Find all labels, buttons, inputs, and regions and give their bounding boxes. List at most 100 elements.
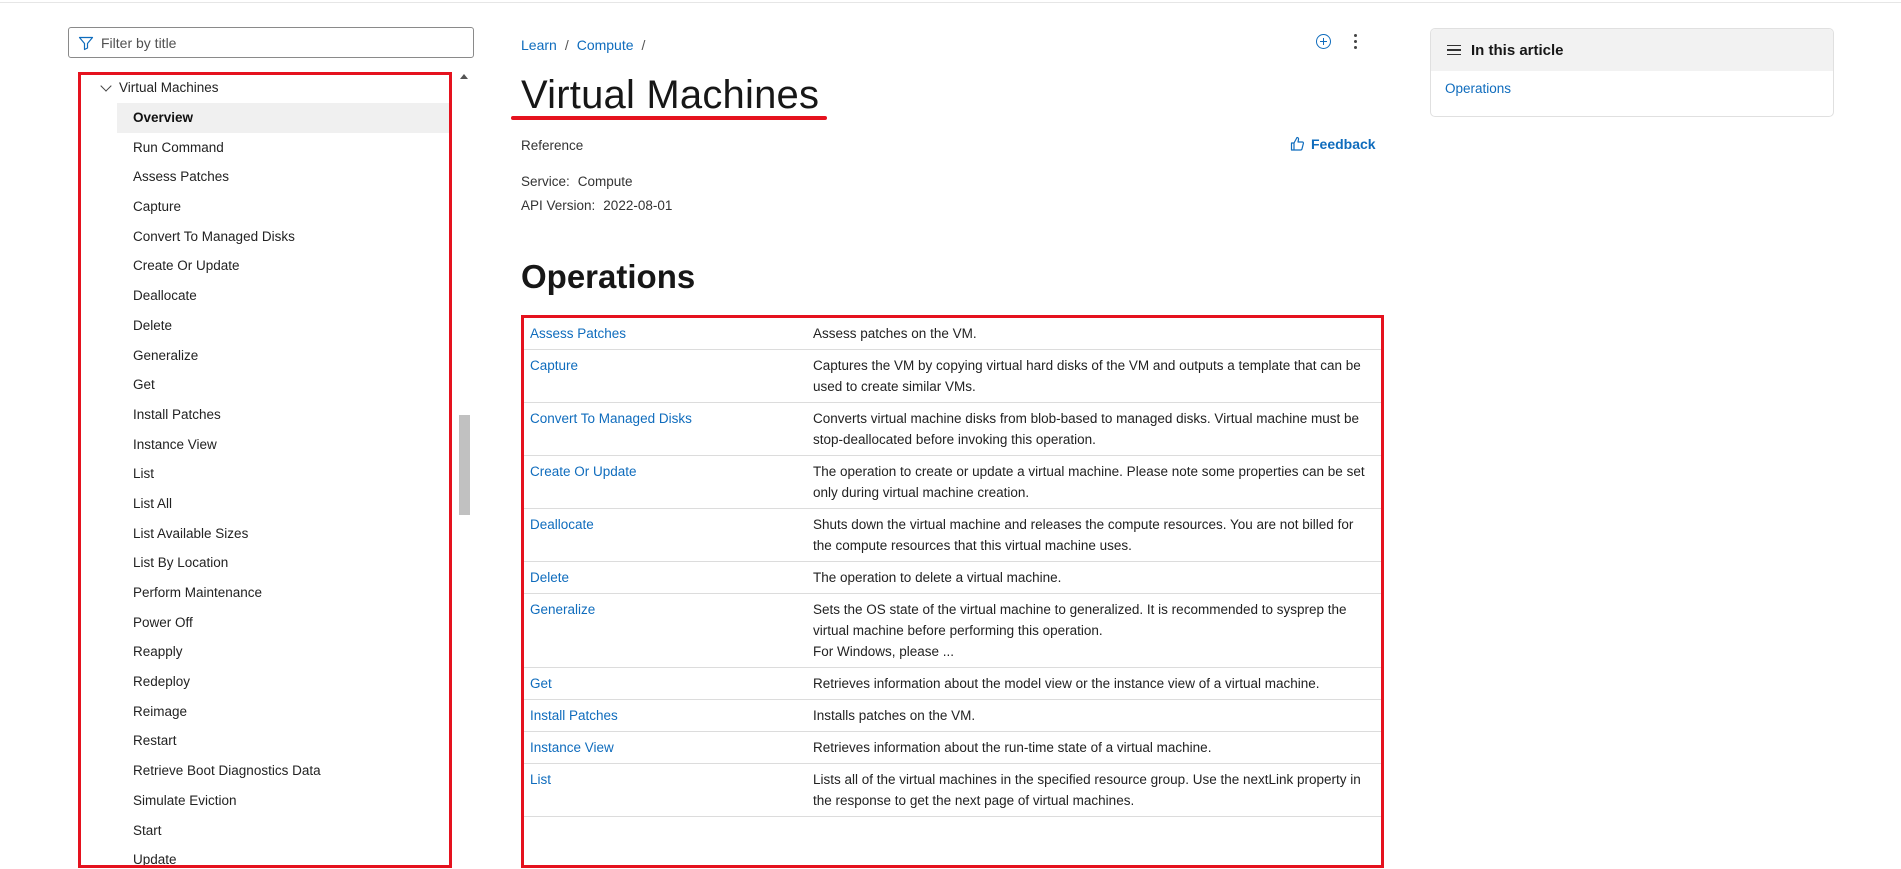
nav-item-delete[interactable]: Delete xyxy=(117,311,449,341)
table-row: Delete The operation to delete a virtual … xyxy=(524,561,1381,594)
operation-description-line: Lists all of the virtual machines in the… xyxy=(813,772,1361,808)
operation-description-line: The operation to create or update a virt… xyxy=(813,464,1365,500)
more-options-icon[interactable] xyxy=(1353,34,1357,49)
operation-description-line: For Windows, please ... xyxy=(813,644,955,659)
table-row: Convert To Managed Disks Converts virtual… xyxy=(524,402,1381,456)
feedback-label: Feedback xyxy=(1311,136,1376,152)
operation-description: Sets the OS state of the virtual machine… xyxy=(807,593,1381,668)
operation-description: Assess patches on the VM. xyxy=(807,318,1381,350)
in-this-article-title: In this article xyxy=(1471,41,1564,59)
nav-item-create-or-update[interactable]: Create Or Update xyxy=(117,251,449,281)
nav-item-reapply[interactable]: Reapply xyxy=(117,637,449,667)
nav-item-list-available-sizes[interactable]: List Available Sizes xyxy=(117,519,449,549)
operation-link[interactable]: Instance View xyxy=(524,731,807,764)
nav-item-redeploy[interactable]: Redeploy xyxy=(117,667,449,697)
nav-item-list-by-location[interactable]: List By Location xyxy=(117,548,449,578)
in-this-article-header: In this article xyxy=(1431,29,1833,71)
operation-link[interactable]: Generalize xyxy=(524,593,807,668)
operation-description: Captures the VM by copying virtual hard … xyxy=(807,349,1381,403)
nav-item-reimage[interactable]: Reimage xyxy=(117,697,449,727)
operations-heading: Operations xyxy=(521,258,696,295)
operation-description-line: Converts virtual machine disks from blob… xyxy=(813,411,1360,447)
title-highlight-underline xyxy=(511,116,827,120)
filter-box[interactable] xyxy=(68,27,474,58)
in-this-article: In this article Operations xyxy=(1430,28,1834,117)
breadcrumb-separator: / xyxy=(641,37,646,53)
operation-description: Retrieves information about the model vi… xyxy=(807,667,1381,700)
table-row: Deallocate Shuts down the virtual machine… xyxy=(524,508,1381,562)
nav-list: Overview Run Command Assess Patches Capture… xyxy=(117,103,449,865)
nav-item-instance-view[interactable]: Instance View xyxy=(117,430,449,460)
operation-link[interactable]: Create Or Update xyxy=(524,455,807,509)
page-actions xyxy=(1316,34,1357,49)
breadcrumb-learn[interactable]: Learn xyxy=(521,37,557,53)
nav-item-perform-maintenance[interactable]: Perform Maintenance xyxy=(117,578,449,608)
service-meta: Service: Compute xyxy=(521,174,633,189)
nav-item-start[interactable]: Start xyxy=(117,816,449,846)
nav-parent-virtual-machines[interactable]: Virtual Machines xyxy=(100,79,219,95)
nav-item-simulate-eviction[interactable]: Simulate Eviction xyxy=(117,786,449,816)
top-border xyxy=(0,0,1901,3)
operation-description: Lists all of the virtual machines in the… xyxy=(807,763,1381,817)
nav-item-get[interactable]: Get xyxy=(117,370,449,400)
table-row: Assess Patches Assess patches on the VM. xyxy=(524,318,1381,350)
api-version-meta: API Version: 2022-08-01 xyxy=(521,198,672,213)
operation-link[interactable]: Convert To Managed Disks xyxy=(524,402,807,456)
nav-scrollbar[interactable] xyxy=(457,72,472,868)
operation-link[interactable]: Deallocate xyxy=(524,508,807,562)
table-row: Instance View Retrieves information about… xyxy=(524,731,1381,764)
nav-item-convert-to-managed-disks[interactable]: Convert To Managed Disks xyxy=(117,222,449,252)
nav-item-capture[interactable]: Capture xyxy=(117,192,449,222)
nav-item-run-command[interactable]: Run Command xyxy=(117,133,449,163)
toc-link-operations[interactable]: Operations xyxy=(1431,71,1833,96)
operation-description: Shuts down the virtual machine and relea… xyxy=(807,508,1381,562)
table-row: Capture Captures the VM by copying virtua… xyxy=(524,349,1381,403)
operation-description-line: Installs patches on the VM. xyxy=(813,708,976,723)
nav-item-generalize[interactable]: Generalize xyxy=(117,341,449,371)
api-version-key: API Version: xyxy=(521,198,596,213)
service-key: Service: xyxy=(521,174,570,189)
operation-description: Installs patches on the VM. xyxy=(807,699,1381,732)
nav-item-update[interactable]: Update xyxy=(117,845,449,865)
nav-item-assess-patches[interactable]: Assess Patches xyxy=(117,162,449,192)
table-row: List Lists all of the virtual machines in… xyxy=(524,763,1381,817)
operation-link[interactable]: Assess Patches xyxy=(524,318,807,350)
feedback-link[interactable]: Feedback xyxy=(1289,136,1376,152)
operation-description-line: The operation to delete a virtual machin… xyxy=(813,570,1062,585)
filter-input[interactable] xyxy=(101,34,473,51)
service-value: Compute xyxy=(577,174,633,189)
operation-link[interactable]: Delete xyxy=(524,561,807,594)
api-version-value: 2022-08-01 xyxy=(603,198,673,213)
nav-item-install-patches[interactable]: Install Patches xyxy=(117,400,449,430)
operation-link[interactable]: Capture xyxy=(524,349,807,403)
toc-nav: Virtual Machines Overview Run Command Asse… xyxy=(78,72,452,868)
operation-link[interactable]: Install Patches xyxy=(524,699,807,732)
operation-description: Retrieves information about the run-time… xyxy=(807,731,1381,764)
add-collection-icon[interactable] xyxy=(1316,34,1331,49)
breadcrumb: Learn / Compute / xyxy=(521,37,645,53)
thumbs-up-icon xyxy=(1290,136,1305,151)
filter-icon xyxy=(78,36,94,51)
nav-item-power-off[interactable]: Power Off xyxy=(117,608,449,638)
operation-link[interactable]: Get xyxy=(524,667,807,700)
operation-description-line: Retrieves information about the run-time… xyxy=(813,740,1212,755)
nav-item-restart[interactable]: Restart xyxy=(117,726,449,756)
nav-item-list-all[interactable]: List All xyxy=(117,489,449,519)
scroll-thumb[interactable] xyxy=(459,415,470,515)
operation-link[interactable]: List xyxy=(524,763,807,817)
table-row: Create Or Update The operation to create … xyxy=(524,455,1381,509)
scroll-up-arrow-icon[interactable] xyxy=(460,74,468,79)
operation-description-line: Retrieves information about the model vi… xyxy=(813,676,1320,691)
nav-item-deallocate[interactable]: Deallocate xyxy=(117,281,449,311)
nav-item-retrieve-boot-diagnostics-data[interactable]: Retrieve Boot Diagnostics Data xyxy=(117,756,449,786)
operation-description-line: Sets the OS state of the virtual machine… xyxy=(813,602,1347,638)
breadcrumb-compute[interactable]: Compute xyxy=(577,37,634,53)
nav-item-list[interactable]: List xyxy=(117,459,449,489)
operations-table: Assess Patches Assess patches on the VM. C… xyxy=(521,315,1384,868)
operation-description: The operation to create or update a virt… xyxy=(807,455,1381,509)
operation-description: The operation to delete a virtual machin… xyxy=(807,561,1381,594)
table-row: Get Retrieves information about the model… xyxy=(524,667,1381,700)
operation-description: Converts virtual machine disks from blob… xyxy=(807,402,1381,456)
page-title: Virtual Machines xyxy=(521,73,820,117)
nav-item-overview[interactable]: Overview xyxy=(117,103,449,133)
